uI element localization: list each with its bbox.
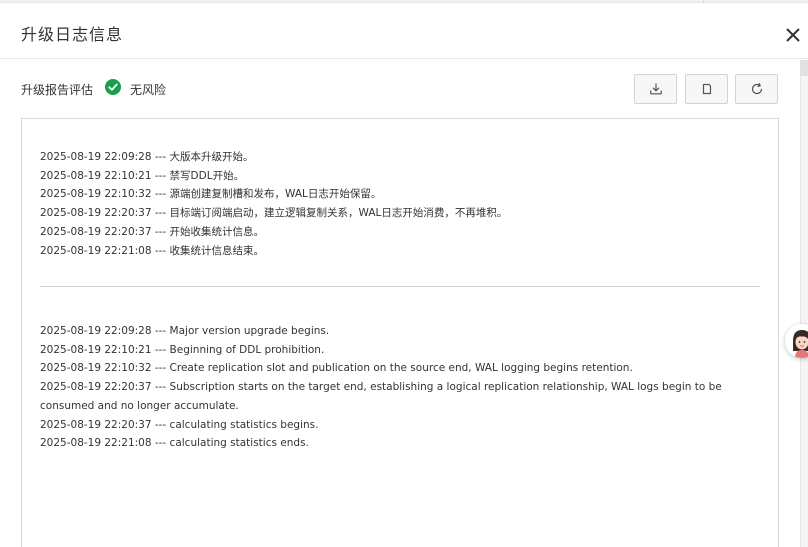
dialog-header: 升级日志信息 bbox=[0, 3, 808, 59]
assistant-avatar-icon[interactable] bbox=[785, 324, 808, 358]
check-circle-icon bbox=[105, 79, 121, 95]
download-icon bbox=[649, 83, 662, 95]
refresh-icon bbox=[751, 82, 762, 95]
log-line: 2025-08-19 22:21:08 --- calculating stat… bbox=[40, 437, 309, 450]
vertical-scrollbar[interactable] bbox=[800, 60, 808, 547]
log-line: 2025-08-19 22:21:08 --- 收集统计信息结束。 bbox=[40, 244, 265, 257]
log-line: 2025-08-19 22:10:21 --- Beginning of DDL… bbox=[40, 343, 325, 356]
log-divider bbox=[40, 286, 760, 287]
log-line: 2025-08-19 22:20:37 --- 目标端订阅端启动，建立逻辑复制关… bbox=[40, 207, 508, 220]
refresh-button[interactable] bbox=[735, 74, 778, 104]
scrollbar-thumb[interactable] bbox=[800, 60, 808, 76]
copy-icon bbox=[702, 83, 711, 95]
log-block-chinese: 2025-08-19 22:09:28 --- 大版本升级开始。 2025-08… bbox=[40, 148, 730, 260]
dialog-title: 升级日志信息 bbox=[21, 25, 124, 44]
log-line: 2025-08-19 22:09:28 --- 大版本升级开始。 bbox=[40, 151, 254, 163]
download-button[interactable] bbox=[634, 74, 677, 104]
copy-button[interactable] bbox=[685, 74, 728, 104]
eval-label: 升级报告评估 bbox=[21, 83, 94, 97]
log-line: 2025-08-19 22:10:32 --- Create replicati… bbox=[40, 362, 633, 375]
log-line: 2025-08-19 22:20:37 --- Subscription sta… bbox=[40, 381, 722, 394]
log-line: consumed and no longer accumulate. bbox=[40, 399, 239, 412]
log-line: 2025-08-19 22:10:32 --- 源端创建复制槽和发布，WAL日志… bbox=[40, 188, 382, 201]
report-toolbar: 升级报告评估 无风险 bbox=[0, 60, 800, 118]
log-panel: 2025-08-19 22:09:28 --- 大版本升级开始。 2025-08… bbox=[21, 118, 779, 547]
log-line: 2025-08-19 22:20:37 --- 开始收集统计信息。 bbox=[40, 225, 265, 238]
log-block-english: 2025-08-19 22:09:28 --- Major version up… bbox=[40, 322, 730, 453]
log-line: 2025-08-19 22:09:28 --- Major version up… bbox=[40, 325, 330, 337]
close-icon[interactable] bbox=[783, 25, 803, 45]
log-line: 2025-08-19 22:20:37 --- calculating stat… bbox=[40, 418, 319, 431]
status-text: 无风险 bbox=[130, 83, 167, 97]
log-line: 2025-08-19 22:10:21 --- 禁写DDL开始。 bbox=[40, 169, 245, 182]
